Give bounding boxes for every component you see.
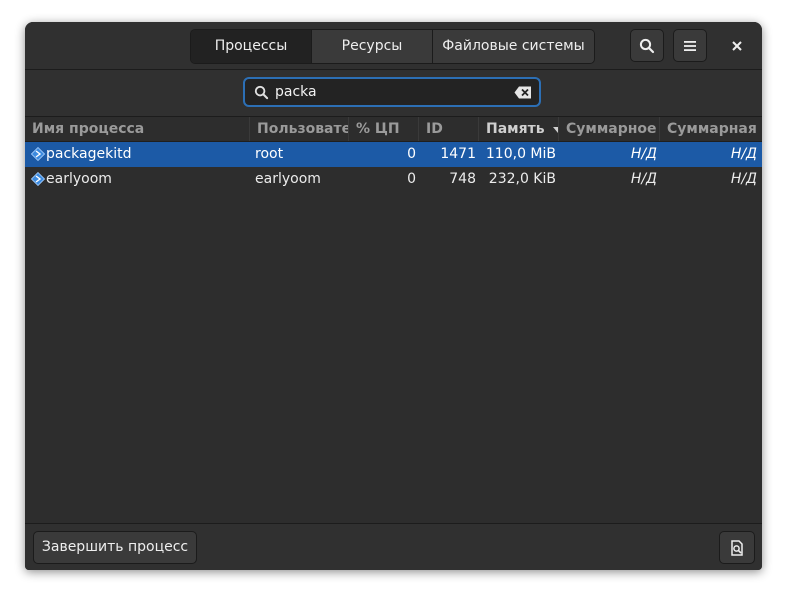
memory-cell: 232,0 KiB [488,171,556,187]
column-header-memory-label: Память [486,121,545,137]
close-icon [732,40,742,51]
disk-write-cell: Н/Д [730,171,757,187]
process-properties-icon [731,539,743,556]
column-header-row: Имя процесса Пользовател % ЦП ID Память … [25,117,762,142]
cpu-cell: 0 [407,146,416,162]
column-header-user[interactable]: Пользовател [250,117,349,141]
search-icon [254,85,269,100]
close-window-button[interactable] [722,29,752,62]
id-cell: 1471 [440,146,476,162]
disk-read-cell: Н/Д [630,146,657,162]
process-icon [31,147,45,161]
hamburger-menu-icon [684,40,696,51]
search-input[interactable]: packa [243,77,541,107]
cpu-cell: 0 [407,171,416,187]
table-row[interactable]: earlyoom earlyoom 0 748 232,0 KiB Н/Д Н/… [25,167,762,192]
tab-file-systems[interactable]: Файловые системы [433,30,594,63]
search-toggle-button[interactable] [630,29,664,62]
column-header-memory[interactable]: Память [479,117,559,141]
process-properties-button[interactable] [719,531,755,564]
disk-write-cell: Н/Д [730,146,757,162]
process-name-cell: earlyoom [29,167,249,192]
column-header-process-name[interactable]: Имя процесса [25,117,250,141]
view-switcher: Процессы Ресурсы Файловые системы [190,29,595,64]
column-header-disk-write[interactable]: Суммарная запись [660,117,762,141]
action-bar: Завершить процесс [25,523,762,570]
main-menu-button[interactable] [673,29,707,62]
column-header-id[interactable]: ID [419,117,479,141]
clear-text-icon[interactable] [514,86,532,99]
column-header-disk-read[interactable]: Суммарное чтение [559,117,660,141]
id-cell: 748 [449,171,476,187]
tab-processes[interactable]: Процессы [191,30,312,63]
process-name-cell: packagekitd [29,142,249,167]
tab-resources[interactable]: Ресурсы [312,30,433,63]
search-query[interactable]: packa [275,84,317,100]
disk-read-cell: Н/Д [630,171,657,187]
system-monitor-window: Процессы Ресурсы Файловые системы packa … [25,22,762,570]
process-icon [31,172,45,186]
search-bar: packa [25,70,762,117]
search-icon [639,38,655,53]
end-process-button[interactable]: Завершить процесс [33,531,197,564]
process-name: earlyoom [46,171,112,187]
process-name: packagekitd [46,146,132,162]
user-cell: root [255,146,284,162]
header-bar: Процессы Ресурсы Файловые системы [25,22,762,70]
user-cell: earlyoom [255,171,321,187]
process-list: packagekitd root 0 1471 110,0 MiB Н/Д Н/… [25,142,762,192]
table-row[interactable]: packagekitd root 0 1471 110,0 MiB Н/Д Н/… [25,142,762,167]
memory-cell: 110,0 MiB [485,146,556,162]
column-header-cpu[interactable]: % ЦП [349,117,419,141]
